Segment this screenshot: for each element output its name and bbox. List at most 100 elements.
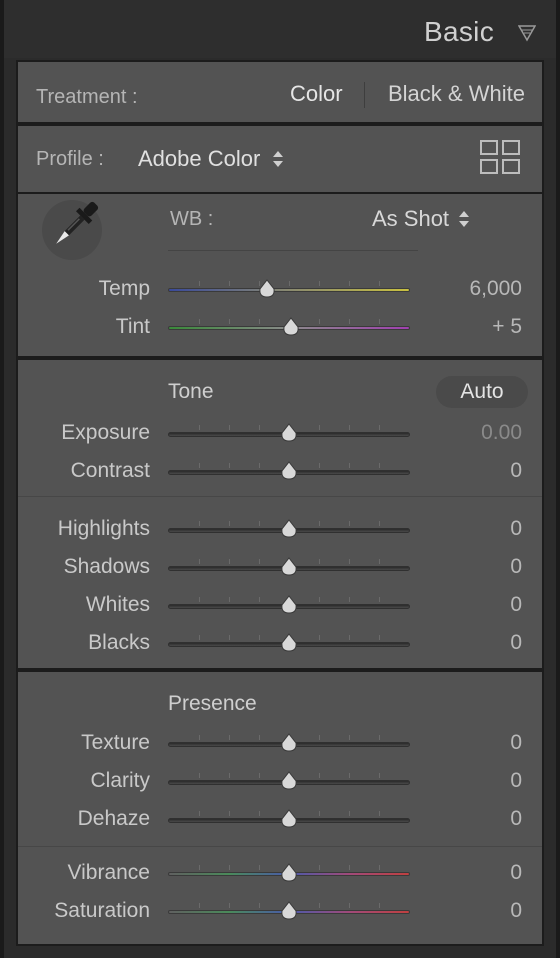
presence-divider: [18, 846, 542, 847]
slider-tick: [229, 773, 230, 778]
slider-value[interactable]: 0: [442, 555, 522, 579]
slider-tick: [349, 811, 350, 816]
slider-row-vibrance: Vibrance 0: [18, 858, 542, 888]
slider-thumb-icon[interactable]: [282, 317, 300, 337]
slider-tick: [229, 281, 230, 286]
slider-tick: [229, 319, 230, 324]
slider-tick: [379, 521, 380, 526]
slider-label: Vibrance: [67, 861, 150, 884]
slider-value[interactable]: 0.00: [442, 421, 522, 445]
slider-tick: [199, 319, 200, 324]
tone-section: Tone Auto Exposure 0.00 Contrast 0 Highligh…: [16, 358, 544, 670]
slider-tick: [229, 903, 230, 908]
slider-thumb-icon[interactable]: [280, 771, 298, 791]
slider-tick: [259, 865, 260, 870]
slider-thumb-icon[interactable]: [280, 901, 298, 921]
slider-tick: [379, 635, 380, 640]
slider-tick: [259, 559, 260, 564]
slider-tick: [229, 463, 230, 468]
slider-tick: [199, 463, 200, 468]
slider-value[interactable]: 0: [442, 899, 522, 923]
slider-value[interactable]: 0: [442, 517, 522, 541]
profile-dropdown[interactable]: Adobe Color: [138, 146, 260, 172]
slider-tick: [229, 425, 230, 430]
slider-tick: [379, 463, 380, 468]
panel-header[interactable]: Basic: [4, 0, 556, 58]
slider-thumb-icon[interactable]: [280, 863, 298, 883]
eyedropper-icon[interactable]: [36, 194, 106, 266]
slider-tick: [319, 425, 320, 430]
slider-value[interactable]: 0: [442, 593, 522, 617]
slider-row-clarity: Clarity 0: [18, 766, 542, 796]
slider-tick: [199, 281, 200, 286]
presence-section: Presence Texture 0 Clarity 0 Dehaze 0 Vibranc…: [16, 670, 544, 946]
tone-title: Tone: [168, 380, 214, 403]
slider-tick: [379, 281, 380, 286]
slider-tick: [319, 865, 320, 870]
collapse-triangle-icon[interactable]: [518, 24, 536, 42]
wb-dropdown[interactable]: As Shot: [372, 206, 449, 232]
slider-row-temp: Temp 6,000: [18, 274, 542, 304]
slider-label: Exposure: [61, 421, 150, 444]
slider-value[interactable]: 0: [442, 807, 522, 831]
slider-tick: [349, 635, 350, 640]
slider-value[interactable]: 0: [442, 861, 522, 885]
slider-tick: [349, 773, 350, 778]
slider-row-contrast: Contrast 0: [18, 456, 542, 486]
slider-thumb-icon[interactable]: [280, 595, 298, 615]
slider-thumb-icon[interactable]: [280, 423, 298, 443]
slider-tick: [199, 903, 200, 908]
up-down-spinner-icon[interactable]: [458, 210, 470, 228]
slider-thumb-icon[interactable]: [280, 557, 298, 577]
treatment-color-button[interactable]: Color: [290, 81, 343, 107]
slider-thumb-icon[interactable]: [280, 633, 298, 653]
treatment-bw-button[interactable]: Black & White: [388, 81, 525, 107]
slider-tick: [319, 903, 320, 908]
temp-slider-track[interactable]: [168, 281, 410, 292]
slider-tick: [259, 811, 260, 816]
slider-row-tint: Tint + 5: [18, 312, 542, 342]
slider-tick: [199, 811, 200, 816]
up-down-spinner-icon[interactable]: [272, 150, 284, 168]
grid-browse-icon[interactable]: [480, 140, 520, 174]
slider-value[interactable]: 6,000: [442, 277, 522, 301]
slider-tick: [379, 319, 380, 324]
profile-label: Profile :: [36, 148, 104, 170]
slider-tick: [199, 521, 200, 526]
slider-value[interactable]: 0: [442, 769, 522, 793]
left-frame-border: [0, 0, 4, 958]
slider-thumb-icon[interactable]: [258, 279, 276, 299]
slider-tick: [229, 735, 230, 740]
slider-tick: [259, 319, 260, 324]
slider-thumb-icon[interactable]: [280, 461, 298, 481]
auto-button[interactable]: Auto: [436, 376, 528, 408]
slider-value[interactable]: 0: [442, 459, 522, 483]
slider-tick: [229, 597, 230, 602]
slider-row-exposure: Exposure 0.00: [18, 418, 542, 448]
slider-value[interactable]: 0: [442, 731, 522, 755]
slider-value[interactable]: 0: [442, 631, 522, 655]
slider-tick: [349, 597, 350, 602]
slider-tick: [199, 425, 200, 430]
slider-tick: [259, 425, 260, 430]
slider-row-highlights: Highlights 0: [18, 514, 542, 544]
slider-tick: [379, 425, 380, 430]
slider-thumb-icon[interactable]: [280, 519, 298, 539]
slider-label: Tint: [115, 315, 150, 338]
slider-thumb-icon[interactable]: [280, 733, 298, 753]
treatment-separator: [364, 82, 365, 108]
slider-thumb-icon[interactable]: [280, 809, 298, 829]
slider-value[interactable]: + 5: [442, 315, 522, 339]
wb-divider-line: [168, 250, 418, 251]
slider-tick: [319, 521, 320, 526]
slider-tick: [259, 463, 260, 468]
slider-label: Texture: [81, 731, 150, 754]
slider-tick: [379, 903, 380, 908]
slider-tick: [199, 635, 200, 640]
slider-tick: [199, 773, 200, 778]
slider-row-texture: Texture 0: [18, 728, 542, 758]
slider-tick: [319, 319, 320, 324]
treatment-section: Treatment : Color Black & White: [16, 60, 544, 124]
slider-tick: [319, 811, 320, 816]
panel-title: Basic: [424, 16, 494, 47]
